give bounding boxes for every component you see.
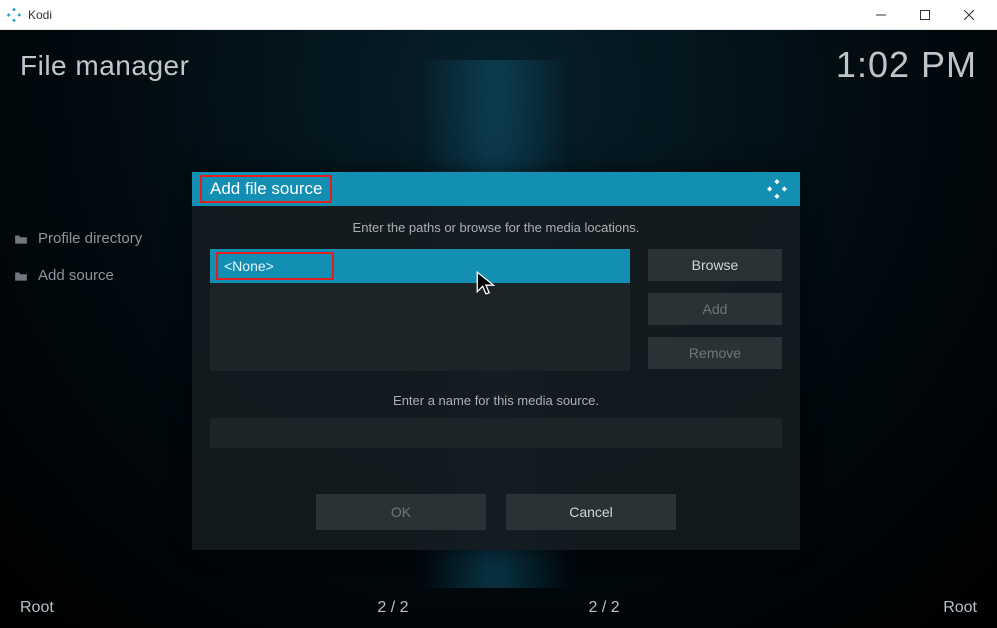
cancel-button[interactable]: Cancel	[506, 494, 676, 530]
status-count-right: 2 / 2	[589, 599, 620, 617]
window-maximize-button[interactable]	[903, 1, 947, 29]
add-button[interactable]: Add	[648, 293, 782, 325]
file-list-sidebar: Profile directory Add source	[14, 230, 142, 304]
add-file-source-dialog: Add file source Enter the paths or brows…	[192, 172, 800, 550]
folder-icon	[14, 270, 28, 282]
status-right-root: Root	[943, 599, 977, 617]
window-app-name: Kodi	[28, 8, 52, 22]
app-viewport: File manager 1:02 PM Profile directory A…	[0, 30, 997, 628]
window-minimize-button[interactable]	[859, 1, 903, 29]
status-count-left: 2 / 2	[377, 599, 408, 617]
path-input[interactable]: <None>	[210, 249, 630, 283]
sidebar-item-profile-directory[interactable]: Profile directory	[14, 230, 142, 247]
window-titlebar: Kodi	[0, 0, 997, 30]
sidebar-item-label: Add source	[38, 267, 114, 284]
source-name-input[interactable]	[210, 418, 782, 448]
page-title: File manager	[20, 50, 189, 82]
sidebar-item-add-source[interactable]: Add source	[14, 267, 142, 284]
dialog-header: Add file source	[192, 172, 800, 206]
remove-button[interactable]: Remove	[648, 337, 782, 369]
clock: 1:02 PM	[836, 44, 977, 86]
kodi-logo-icon	[766, 178, 788, 200]
kodi-app-icon	[6, 7, 22, 23]
window-close-button[interactable]	[947, 1, 991, 29]
dialog-title: Add file source	[200, 175, 332, 203]
paths-list: <None>	[210, 249, 630, 371]
name-instruction: Enter a name for this media source.	[210, 393, 782, 408]
path-value: <None>	[216, 252, 334, 280]
status-left-root: Root	[20, 599, 54, 617]
status-bar: Root 2 / 2 2 / 2 Root	[0, 588, 997, 628]
folder-icon	[14, 233, 28, 245]
browse-button[interactable]: Browse	[648, 249, 782, 281]
ok-button[interactable]: OK	[316, 494, 486, 530]
sidebar-item-label: Profile directory	[38, 230, 142, 247]
paths-instruction: Enter the paths or browse for the media …	[210, 220, 782, 235]
